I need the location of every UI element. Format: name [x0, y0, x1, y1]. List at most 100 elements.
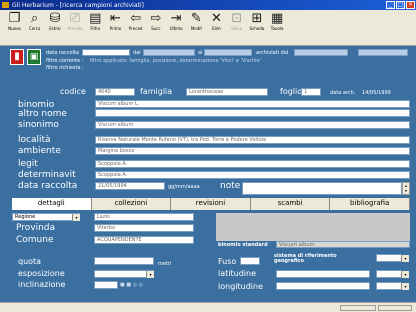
binomio-standard-input: Viscum album	[276, 241, 410, 248]
toolbar-tavola-label: Tavola	[270, 26, 284, 31]
determinavit-label: determinavit	[18, 170, 76, 180]
sinonimo-label: sinonimo	[18, 120, 59, 130]
filtro-corrente-value: filtro applicato: famiglia, posizione, d…	[90, 58, 261, 64]
longitudine-unit-select[interactable]	[376, 282, 402, 290]
longitudine-input[interactable]	[276, 282, 370, 290]
al-input[interactable]	[204, 49, 252, 56]
toolbar-primo-button[interactable]: ⇤ Primo	[107, 12, 124, 32]
altro-nome-input[interactable]	[95, 109, 410, 117]
famiglia-input[interactable]: Loranthaceae	[186, 88, 268, 96]
foglio-input[interactable]: 1	[301, 88, 321, 96]
status-cell-right	[378, 305, 412, 311]
esposizione-select[interactable]	[94, 270, 154, 278]
date-format-hint: gg/mm/aaaa	[168, 184, 200, 190]
note-input[interactable]	[242, 182, 402, 195]
filtro-corrente-label: filtro corrente :	[46, 58, 84, 64]
sistema-riferimento-label: sistema di riferimento geografico	[274, 253, 337, 264]
toolbar-nuovo-button[interactable]: ❐ Nuovo	[6, 12, 23, 32]
dal-label: dal	[133, 50, 141, 56]
window-title: Gli Herbarium - [ricerca campioni archiv…	[12, 1, 144, 9]
minimize-button[interactable]: _	[386, 1, 395, 9]
save-icon: ⊡	[231, 11, 243, 26]
provincia-input[interactable]: Viterbo	[94, 224, 194, 232]
latitudine-dropdown-icon[interactable]: ▾	[401, 271, 409, 278]
toolbar-salva-button[interactable]: ⊡ Salva	[228, 11, 245, 32]
data-raccolta-input[interactable]	[82, 49, 130, 56]
toolbar-primo-label: Primo	[109, 26, 122, 31]
latitudine-unit-select[interactable]	[376, 270, 402, 278]
toolbar-filtro-button[interactable]: ▤ Filtro	[87, 11, 104, 32]
archiviati-dal-input[interactable]	[294, 49, 348, 56]
toolbar-scheda-label: Scheda	[249, 26, 265, 31]
latitudine-label: latitudine	[218, 269, 256, 278]
last-icon: ⇥	[170, 11, 182, 26]
data-raccolta-input-record[interactable]: 21/05/1994	[95, 182, 165, 190]
maximize-button[interactable]: □	[396, 1, 405, 9]
esposizione-dropdown-icon[interactable]: ▾	[146, 271, 154, 278]
tab-revisioni[interactable]: revisioni	[171, 198, 251, 210]
localita-input[interactable]: Riserva Naturale Monte Rufeno (VT), tra …	[95, 136, 410, 144]
tab-bibliografia[interactable]: bibliografia	[330, 198, 410, 210]
toolbar-precedente-label: Preced	[128, 26, 143, 31]
longitudine-label: longitudine	[218, 282, 263, 291]
status-bar	[0, 302, 416, 312]
esposizione-label: esposizione	[18, 269, 65, 278]
fuso-input[interactable]	[240, 257, 260, 265]
toolbar-annulla-button[interactable]: ⎚ Annulla	[67, 11, 84, 32]
toolbar-successivo-label: Succ	[151, 26, 161, 31]
cancel-icon: ⎚	[69, 11, 81, 26]
regione-dropdown-icon[interactable]: ▾	[72, 214, 80, 221]
image-icon[interactable]: ▣	[27, 49, 41, 65]
toolbar-cerca-label: Cerca	[28, 26, 41, 31]
codice-input[interactable]: 4040	[95, 88, 135, 96]
data-arch-value: 14/05/1999	[362, 90, 391, 96]
toolbar: ❐ Nuovo ⌕ Cerca ⛁ Estrai ⎚ Annulla ▤ Filtro ⇤ Primo…	[0, 10, 416, 46]
data-raccolta-filter-label: data raccolta	[46, 50, 79, 56]
comune-label: Comune	[16, 235, 54, 245]
al-label: al	[198, 50, 203, 56]
dal-input[interactable]	[143, 49, 195, 56]
toolbar-elimina-button[interactable]: ✕ Elim	[208, 12, 225, 32]
comune-input[interactable]: ACQUAPENDENTE	[94, 236, 194, 244]
ambiente-input[interactable]: Margine bosco	[95, 147, 410, 155]
quota-input[interactable]	[94, 257, 154, 265]
toolbar-cerca-button[interactable]: ⌕ Cerca	[26, 12, 43, 32]
determinavit-input[interactable]: Scoppola A.	[95, 171, 410, 179]
card-icon: ⊞	[251, 11, 263, 26]
toolbar-precedente-button[interactable]: ⇦ Preced	[127, 12, 144, 32]
sinonimo-input[interactable]: Viscum album	[95, 121, 410, 129]
inclinazione-input[interactable]	[94, 281, 118, 289]
title-bar: Gli Herbarium - [ricerca campioni archiv…	[0, 0, 416, 10]
sistema-riferimento-select[interactable]	[376, 254, 402, 262]
toolbar-modifica-button[interactable]: ✎ Modif	[188, 12, 205, 32]
filtro-richiesta-label: filtro richiesta :	[46, 65, 84, 71]
toolbar-ultimo-label: Ultimo	[169, 26, 183, 31]
toolbar-ultimo-button[interactable]: ⇥ Ultimo	[168, 11, 185, 32]
toolbar-estrai-button[interactable]: ⛁ Estrai	[46, 11, 63, 32]
inclinazione-unit-icons: ■ ■ ◎ ◎	[120, 282, 143, 288]
toolbar-scheda-button[interactable]: ⊞ Scheda	[248, 11, 265, 32]
longitudine-dropdown-icon[interactable]: ▾	[401, 283, 409, 290]
tab-scambi[interactable]: scambi	[251, 198, 331, 210]
note-scrollbar[interactable]: ▴ ▾	[402, 182, 410, 195]
toolbar-successivo-button[interactable]: ⇨ Succ	[147, 12, 164, 32]
record-icon[interactable]: ▮	[10, 49, 24, 65]
map-preview-area	[216, 213, 410, 241]
legit-input[interactable]: Scoppola A.	[95, 160, 410, 168]
filter-icon: ▤	[89, 11, 102, 26]
close-button[interactable]: ×	[406, 1, 415, 9]
binomio-input[interactable]: Viscum album L.	[95, 100, 410, 108]
regione-select[interactable]: Regione	[12, 213, 80, 221]
inclinazione-label: inclinazione	[18, 280, 66, 289]
toolbar-filtro-label: Filtro	[90, 26, 101, 31]
extract-icon: ⛁	[49, 11, 61, 26]
latitudine-input[interactable]	[276, 270, 370, 278]
tab-bar: dettagli collezioni revisioni scambi bibliog…	[12, 198, 410, 210]
archiviati-al-input[interactable]	[358, 49, 408, 56]
tab-collezioni[interactable]: collezioni	[92, 198, 172, 210]
sistema-dropdown-icon[interactable]: ▾	[401, 255, 409, 262]
binomio-standard-label: binomio standard	[218, 242, 268, 248]
tab-dettagli[interactable]: dettagli	[12, 198, 92, 210]
regione-input[interactable]: Lazio	[94, 213, 194, 221]
toolbar-tavola-button[interactable]: ▦ Tavola	[269, 12, 286, 32]
